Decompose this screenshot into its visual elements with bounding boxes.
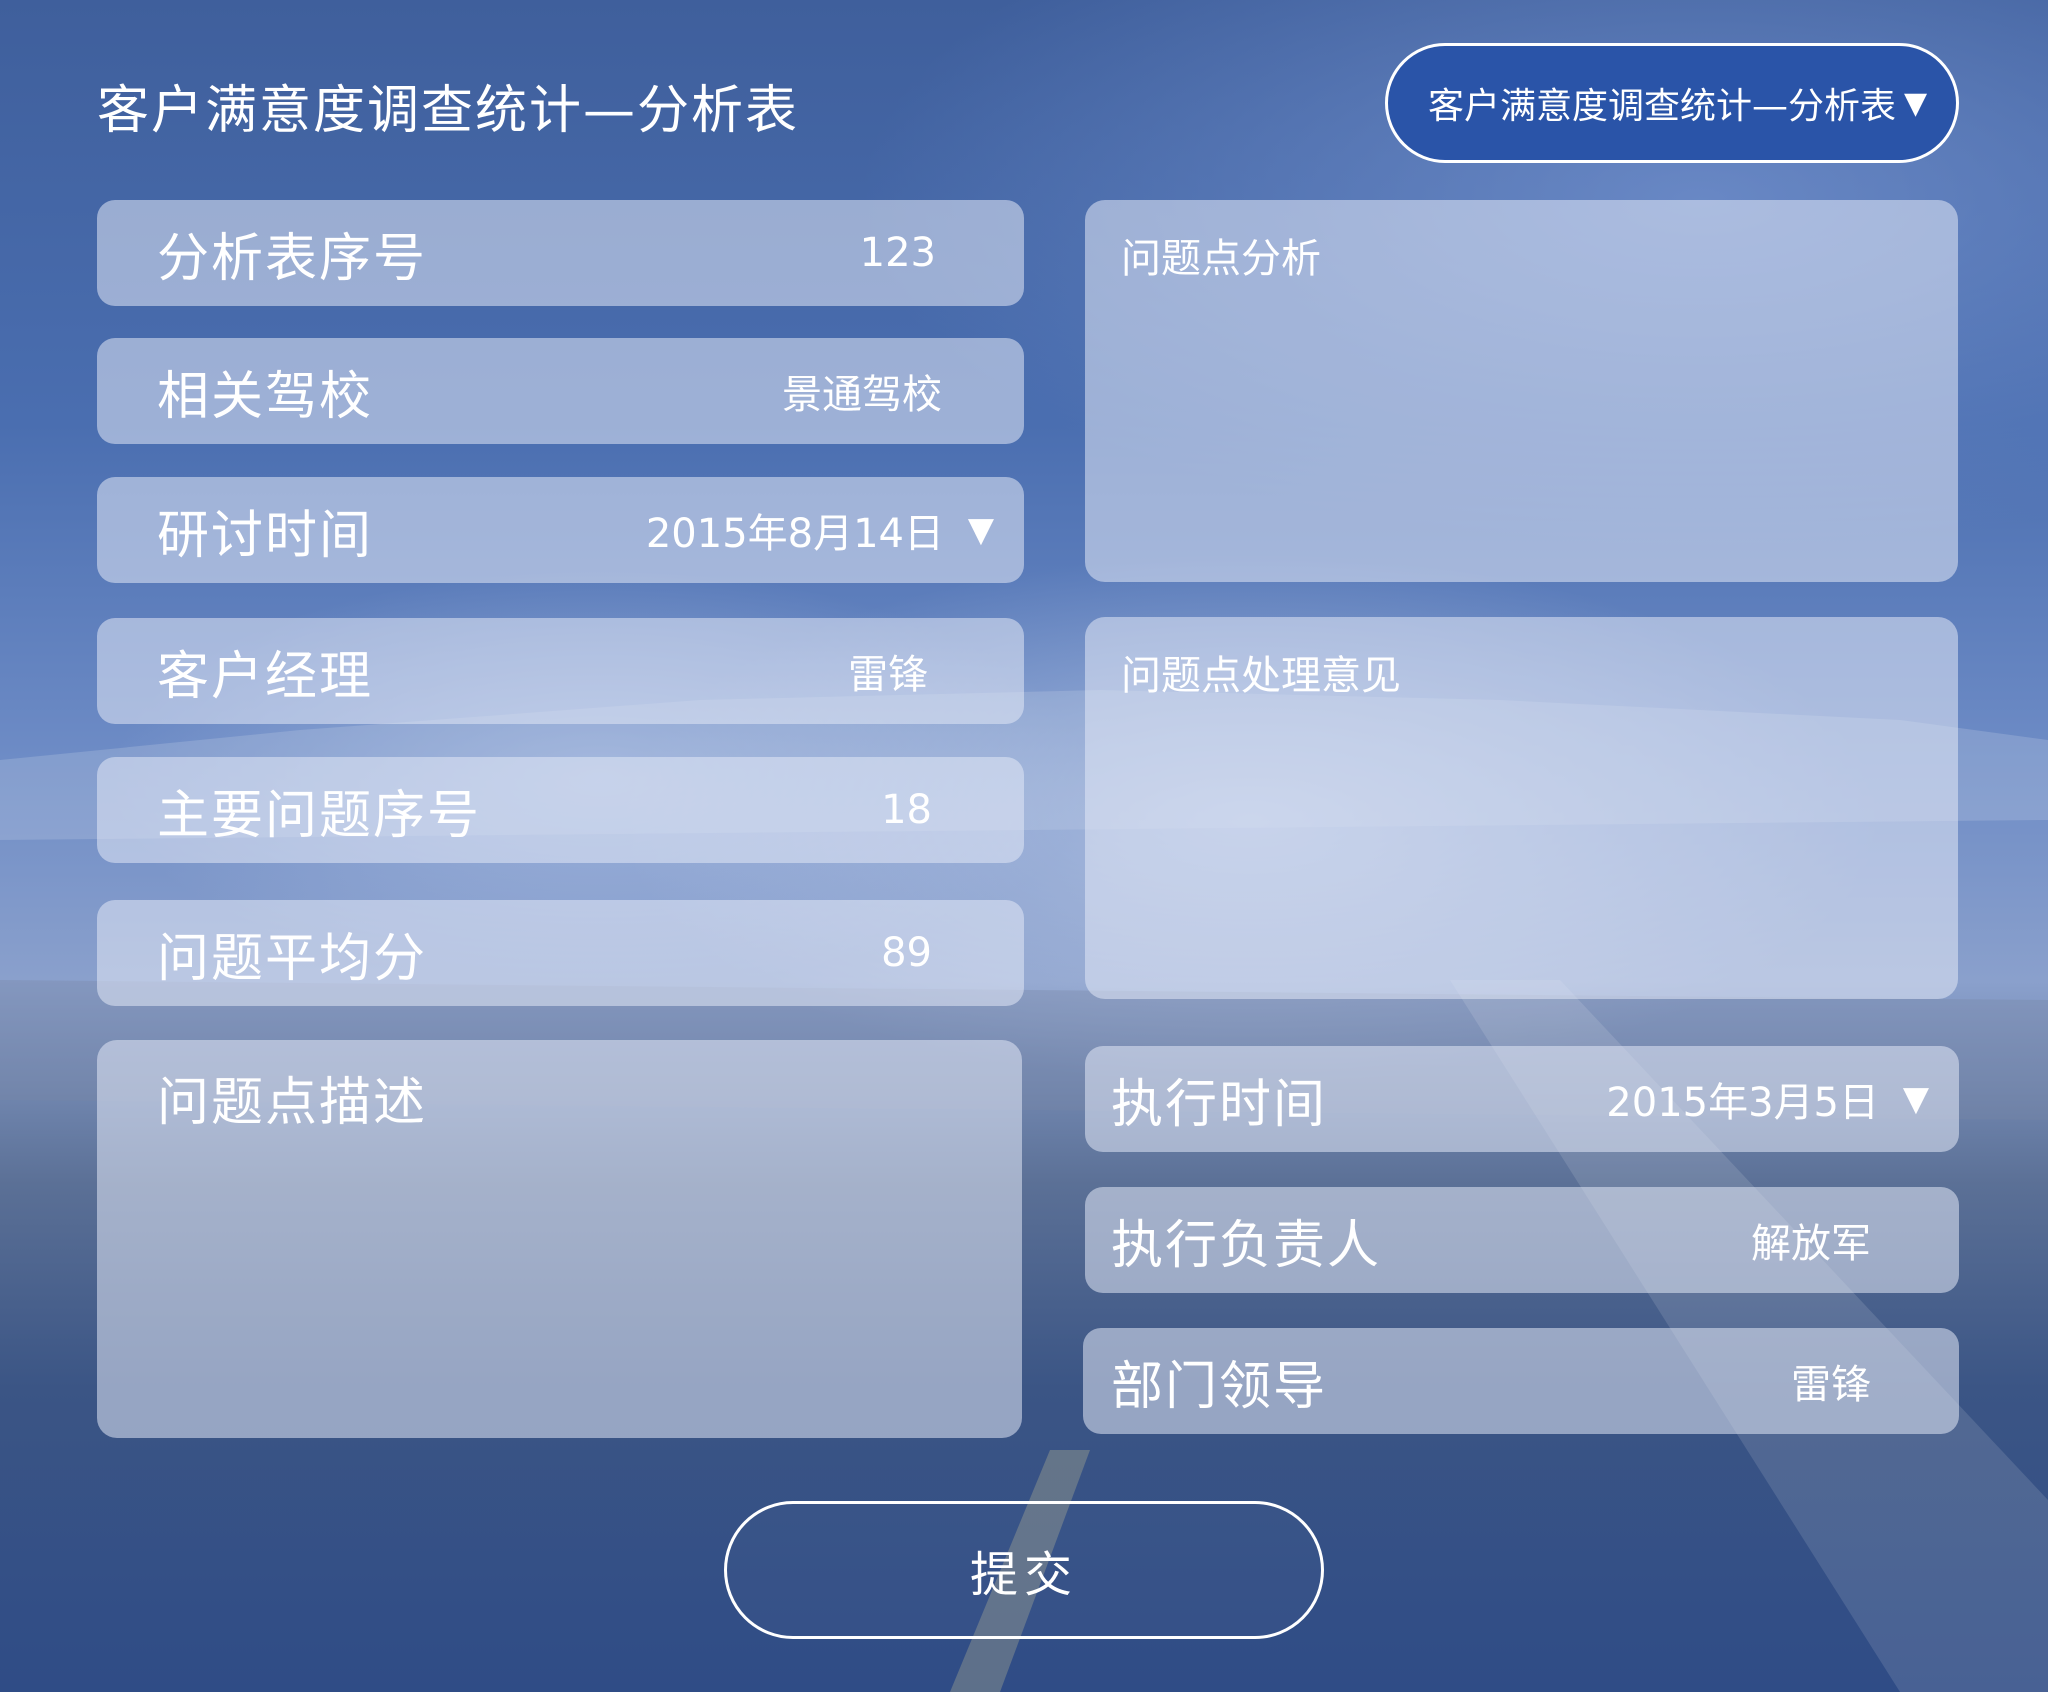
field-value: 123	[859, 230, 936, 276]
textarea-placeholder: 问题点描述	[157, 1073, 428, 1133]
form-type-select[interactable]: 客户满意度调查统计—分析表 ▼	[1385, 43, 1959, 163]
field-label: 执行时间	[1111, 1074, 1328, 1135]
field-value: 2015年3月5日	[1606, 1080, 1879, 1126]
field-main-issue-number[interactable]: 主要问题序号 18	[97, 757, 1024, 863]
form-type-select-value: 客户满意度调查统计—分析表	[1428, 86, 1897, 127]
field-label: 相关驾校	[157, 366, 374, 427]
field-value: 雷锋	[1791, 1362, 1871, 1408]
field-label: 研讨时间	[157, 505, 374, 566]
field-related-driving-school[interactable]: 相关驾校 景通驾校	[97, 338, 1024, 444]
triangle-down-icon: ▼	[1904, 85, 1928, 121]
page-title: 客户满意度调查统计—分析表	[97, 81, 800, 141]
field-label: 执行负责人	[1111, 1215, 1382, 1276]
handling-opinion-textarea[interactable]: 问题点处理意见	[1085, 617, 1958, 999]
field-discussion-date[interactable]: 研讨时间 2015年8月14日 ▼	[97, 477, 1024, 583]
field-value: 2015年8月14日	[645, 511, 944, 557]
problem-analysis-textarea[interactable]: 问题点分析	[1085, 200, 1958, 582]
triangle-down-icon[interactable]: ▼	[968, 510, 994, 550]
field-label: 问题平均分	[157, 928, 428, 989]
problem-description-textarea[interactable]: 问题点描述	[97, 1040, 1022, 1438]
field-analysis-number[interactable]: 分析表序号 123	[97, 200, 1024, 306]
field-label: 客户经理	[157, 646, 374, 707]
triangle-down-icon[interactable]: ▼	[1903, 1079, 1929, 1119]
field-execution-date[interactable]: 执行时间 2015年3月5日 ▼	[1085, 1046, 1959, 1152]
field-account-manager[interactable]: 客户经理 雷锋	[97, 618, 1024, 724]
field-value: 景通驾校	[782, 372, 942, 418]
field-value: 解放军	[1751, 1221, 1871, 1267]
field-value: 雷锋	[848, 652, 928, 698]
field-value: 18	[881, 787, 932, 833]
field-label: 分析表序号	[157, 228, 428, 289]
field-label: 主要问题序号	[157, 785, 482, 846]
textarea-placeholder: 问题点分析	[1121, 236, 1321, 282]
field-value: 89	[881, 930, 932, 976]
submit-button[interactable]: 提交	[724, 1501, 1324, 1639]
textarea-placeholder: 问题点处理意见	[1121, 653, 1401, 699]
field-execution-owner[interactable]: 执行负责人 解放军	[1085, 1187, 1959, 1293]
field-issue-average-score[interactable]: 问题平均分 89	[97, 900, 1024, 1006]
field-label: 部门领导	[1111, 1356, 1328, 1417]
field-department-leader[interactable]: 部门领导 雷锋	[1083, 1328, 1959, 1434]
